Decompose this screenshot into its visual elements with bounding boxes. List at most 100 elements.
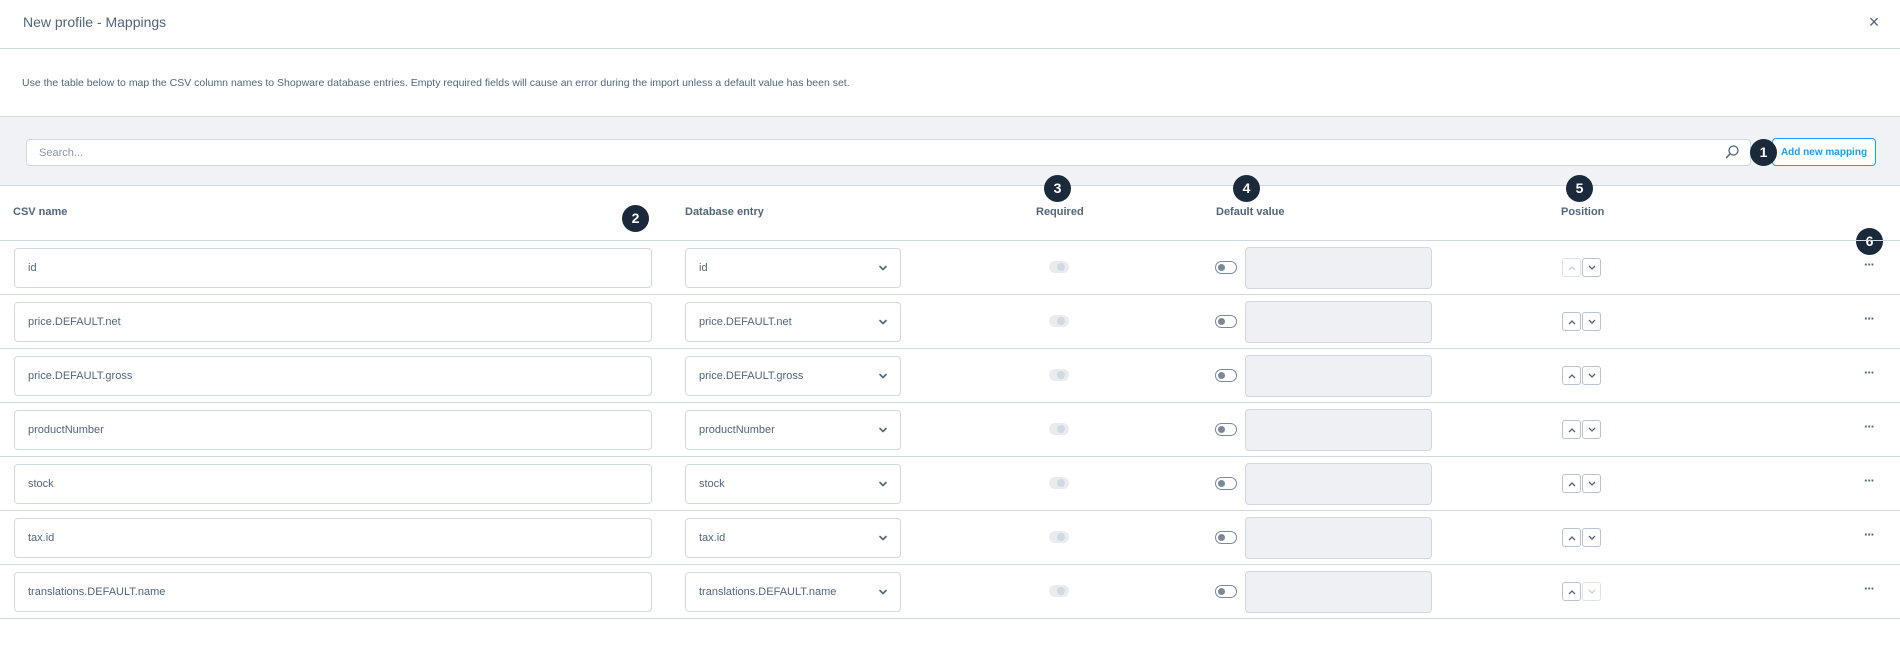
chevron-down-icon (879, 481, 887, 487)
toolbar: Add new mapping (0, 117, 1900, 186)
database-entry-select[interactable]: translations.DEFAULT.name (685, 572, 901, 612)
chevron-up-icon (1568, 482, 1576, 487)
close-icon[interactable]: × (1864, 12, 1884, 32)
column-header-database-entry: Database entry (685, 206, 764, 218)
callout-badge-4: 4 (1233, 175, 1260, 202)
csv-name-input[interactable] (14, 356, 652, 396)
chevron-down-icon (1588, 319, 1596, 324)
chevron-down-icon (879, 265, 887, 271)
csv-name-input[interactable] (14, 518, 652, 558)
callout-badge-5: 5 (1566, 175, 1593, 202)
required-toggle (1049, 531, 1069, 543)
database-entry-select[interactable]: stock (685, 464, 901, 504)
csv-name-input[interactable] (14, 248, 652, 288)
database-entry-value: price.DEFAULT.net (699, 316, 792, 328)
toggle-knob (1057, 587, 1065, 595)
move-up-button[interactable] (1562, 366, 1581, 385)
default-value-toggle[interactable] (1215, 423, 1237, 436)
more-actions-icon[interactable]: ··· (1860, 582, 1878, 598)
default-value-input (1245, 247, 1432, 289)
database-entry-value: translations.DEFAULT.name (699, 586, 837, 598)
database-entry-select[interactable]: productNumber (685, 410, 901, 450)
csv-name-input[interactable] (14, 572, 652, 612)
database-entry-select[interactable]: price.DEFAULT.gross (685, 356, 901, 396)
more-actions-icon[interactable]: ··· (1860, 420, 1878, 436)
move-up-button[interactable] (1562, 474, 1581, 493)
database-entry-select[interactable]: price.DEFAULT.net (685, 302, 901, 342)
search-input[interactable] (27, 140, 1707, 165)
more-actions-icon[interactable]: ··· (1860, 258, 1878, 274)
column-header-csv-name: CSV name (13, 206, 68, 218)
toggle-knob (1218, 426, 1225, 433)
default-value-toggle[interactable] (1215, 531, 1237, 544)
csv-name-input[interactable] (14, 464, 652, 504)
default-value-input (1245, 409, 1432, 451)
more-actions-icon[interactable]: ··· (1860, 366, 1878, 382)
default-value-toggle[interactable] (1215, 585, 1237, 598)
required-toggle (1049, 423, 1069, 435)
move-down-button (1582, 582, 1601, 601)
move-down-button[interactable] (1582, 474, 1601, 493)
toggle-knob (1057, 425, 1065, 433)
chevron-down-icon (879, 535, 887, 541)
required-toggle (1049, 477, 1069, 489)
database-entry-value: price.DEFAULT.gross (699, 370, 804, 382)
chevron-down-icon (1588, 535, 1596, 540)
chevron-up-icon (1568, 266, 1576, 271)
required-toggle (1049, 315, 1069, 327)
description-section: Use the table below to map the CSV colum… (0, 49, 1900, 117)
callout-badge-2: 2 (622, 205, 649, 232)
more-actions-icon[interactable]: ··· (1860, 474, 1878, 490)
description-text: Use the table below to map the CSV colum… (22, 77, 850, 89)
required-toggle (1049, 585, 1069, 597)
default-value-toggle[interactable] (1215, 369, 1237, 382)
move-up-button[interactable] (1562, 528, 1581, 547)
chevron-down-icon (879, 373, 887, 379)
database-entry-value: productNumber (699, 424, 775, 436)
chevron-up-icon (1568, 428, 1576, 433)
chevron-down-icon (1588, 265, 1596, 270)
move-down-button[interactable] (1582, 258, 1601, 277)
required-toggle (1049, 369, 1069, 381)
chevron-up-icon (1568, 320, 1576, 325)
database-entry-select[interactable]: tax.id (685, 518, 901, 558)
move-down-button[interactable] (1582, 420, 1601, 439)
default-value-toggle[interactable] (1215, 315, 1237, 328)
table-row: productNumber ··· (0, 403, 1900, 457)
database-entry-value: stock (699, 478, 725, 490)
default-value-input (1245, 301, 1432, 343)
toggle-knob (1057, 317, 1065, 325)
modal-header: New profile - Mappings × (0, 0, 1900, 49)
default-value-toggle[interactable] (1215, 261, 1237, 274)
column-header-required: Required (1036, 206, 1084, 218)
chevron-down-icon (1588, 481, 1596, 486)
move-down-button[interactable] (1582, 528, 1601, 547)
move-down-button[interactable] (1582, 366, 1601, 385)
toggle-knob (1057, 533, 1065, 541)
more-actions-icon[interactable]: ··· (1860, 528, 1878, 544)
chevron-up-icon (1568, 374, 1576, 379)
table-row: tax.id ··· (0, 511, 1900, 565)
callout-badge-1: 1 (1750, 139, 1777, 166)
move-up-button[interactable] (1562, 312, 1581, 331)
more-actions-icon[interactable]: ··· (1860, 312, 1878, 328)
csv-name-input[interactable] (14, 410, 652, 450)
move-up-button (1562, 258, 1581, 277)
chevron-down-icon (879, 319, 887, 325)
add-new-mapping-button[interactable]: Add new mapping (1772, 138, 1876, 166)
table-row: price.DEFAULT.net ··· (0, 295, 1900, 349)
default-value-toggle[interactable] (1215, 477, 1237, 490)
move-down-button[interactable] (1582, 312, 1601, 331)
search-icon[interactable] (1724, 144, 1740, 160)
chevron-up-icon (1568, 536, 1576, 541)
chevron-up-icon (1568, 590, 1576, 595)
database-entry-value: id (699, 262, 708, 274)
move-up-button[interactable] (1562, 582, 1581, 601)
search-field[interactable] (26, 139, 1751, 166)
default-value-input (1245, 517, 1432, 559)
move-up-button[interactable] (1562, 420, 1581, 439)
default-value-input (1245, 463, 1432, 505)
database-entry-select[interactable]: id (685, 248, 901, 288)
csv-name-input[interactable] (14, 302, 652, 342)
table-row: id ··· (0, 241, 1900, 295)
